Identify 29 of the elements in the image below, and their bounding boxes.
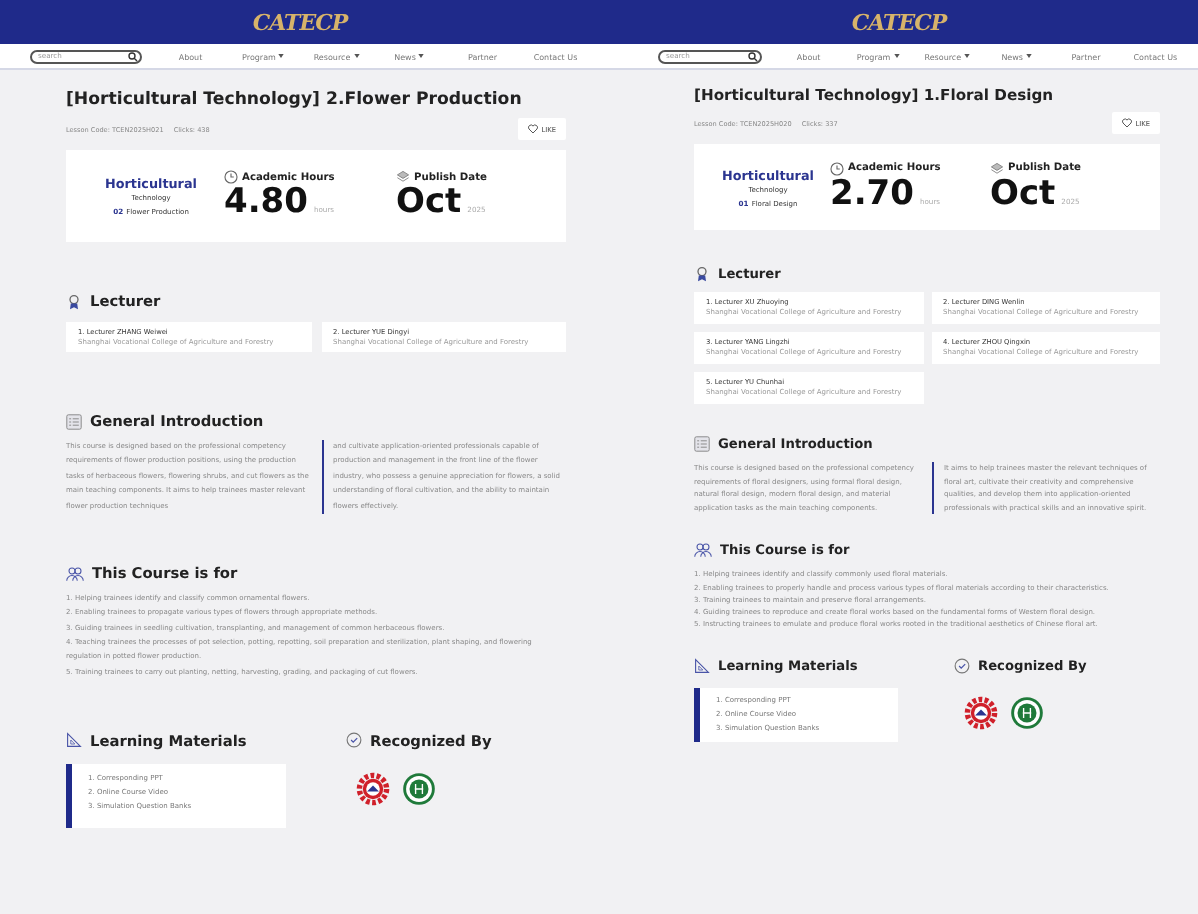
search-icon[interactable] (748, 51, 758, 61)
list-icon (66, 413, 82, 429)
list-icon (694, 436, 710, 452)
layers-icon (396, 170, 410, 185)
stat-value: 4.80 (224, 184, 308, 222)
site-logo[interactable]: CATECP (252, 9, 348, 35)
stat-value: 2.70 (830, 175, 914, 213)
search-icon[interactable] (128, 51, 138, 61)
gear-emblem-icon (356, 771, 390, 806)
people-icon (694, 542, 712, 559)
stat-value: Oct (990, 175, 1056, 213)
check-badge-icon (954, 658, 970, 675)
heart-icon (527, 124, 538, 134)
round-seal-icon (1010, 696, 1044, 731)
clock-icon (224, 170, 238, 185)
round-seal-icon (402, 771, 436, 806)
clock-icon (830, 161, 844, 176)
ruler-triangle-icon (694, 658, 710, 675)
badge-icon (66, 293, 82, 309)
layers-icon (990, 161, 1004, 176)
badge-icon (694, 266, 710, 282)
stat-value: Oct (396, 184, 462, 222)
site-logo[interactable]: CATECP (851, 9, 947, 35)
course-title: [Horticultural Technology] 2.Flower Production (66, 90, 524, 110)
gear-emblem-icon (964, 696, 998, 731)
people-icon (66, 565, 84, 582)
heart-icon (1121, 118, 1132, 128)
ruler-triangle-icon (66, 732, 82, 749)
check-badge-icon (346, 732, 362, 749)
